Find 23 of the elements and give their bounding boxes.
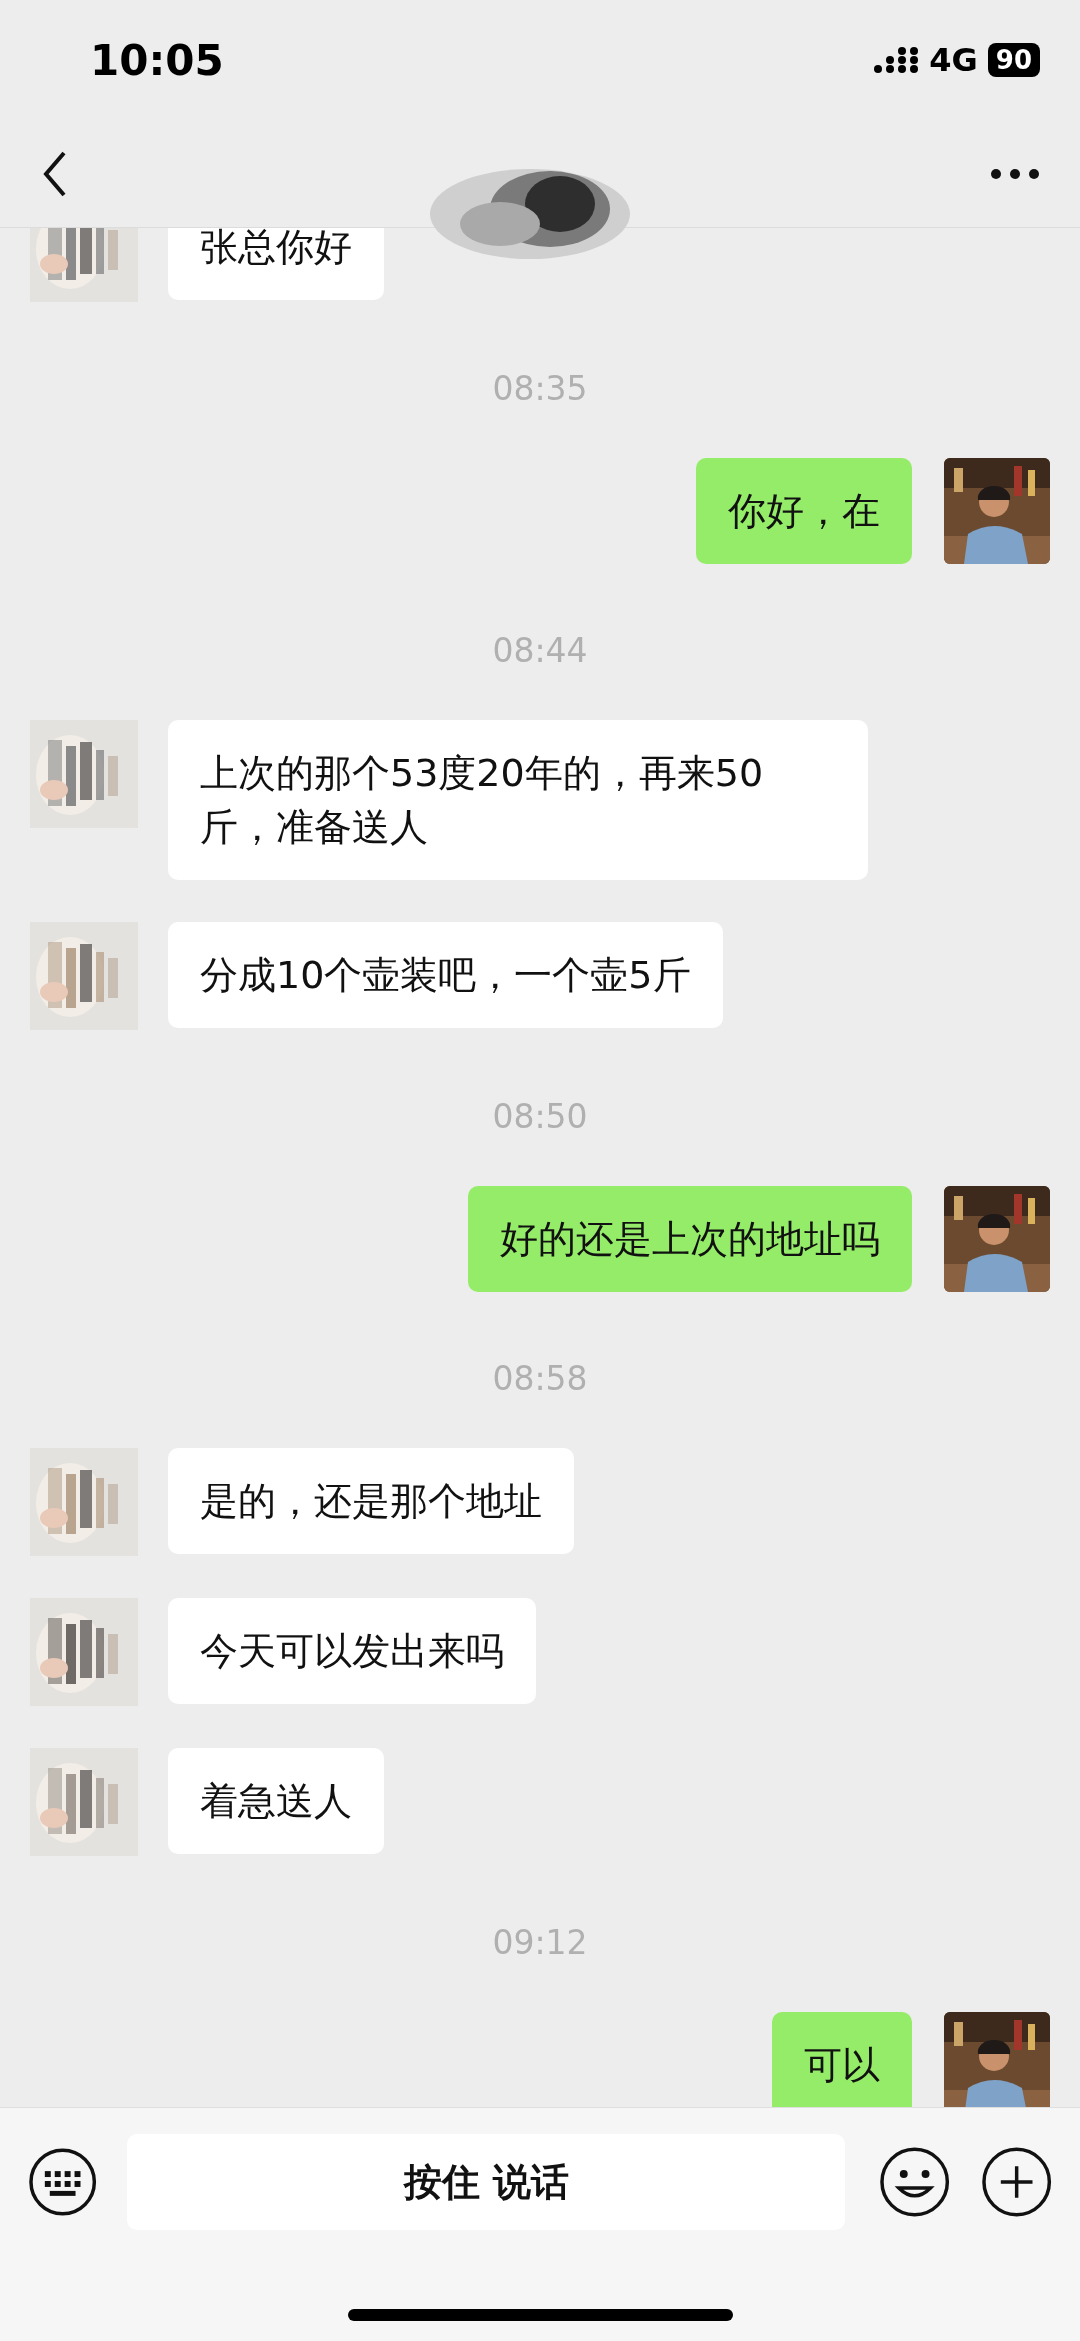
message-bubble: 你好，在 [696, 458, 912, 564]
network-type: 4G [929, 40, 978, 81]
message-bubble: 着急送人 [168, 1748, 384, 1854]
signal-icon [873, 45, 920, 75]
more-icon[interactable] [990, 167, 1040, 180]
battery-level: 90 [987, 43, 1040, 77]
hold-to-talk-button[interactable]: 按住 说话 [127, 2134, 846, 2230]
message-bubble: 好的还是上次的地址吗 [468, 1186, 912, 1292]
plus-icon[interactable] [980, 2146, 1052, 2218]
message-bubble: 上次的那个53度20年的，再来50斤，准备送人 [168, 720, 868, 880]
keyboard-icon[interactable] [28, 2147, 98, 2217]
message-time: 08:50 [492, 1096, 588, 1139]
emoji-icon[interactable] [879, 2146, 951, 2218]
message-bubble: 今天可以发出来吗 [168, 1598, 536, 1704]
message-bubble: 分成10个壶装吧，一个壶5斤 [168, 922, 723, 1028]
message-time: 09:12 [492, 1922, 588, 1965]
message-bubble: 是的，还是那个地址 [168, 1448, 574, 1554]
status-time: 10:05 [90, 34, 224, 87]
message-bubble: 张总你好 [168, 228, 384, 300]
message-bubble: 可以 [772, 2012, 912, 2107]
message-time: 08:44 [492, 630, 588, 673]
message-time: 08:35 [492, 368, 588, 411]
message-time: 08:58 [492, 1358, 588, 1401]
